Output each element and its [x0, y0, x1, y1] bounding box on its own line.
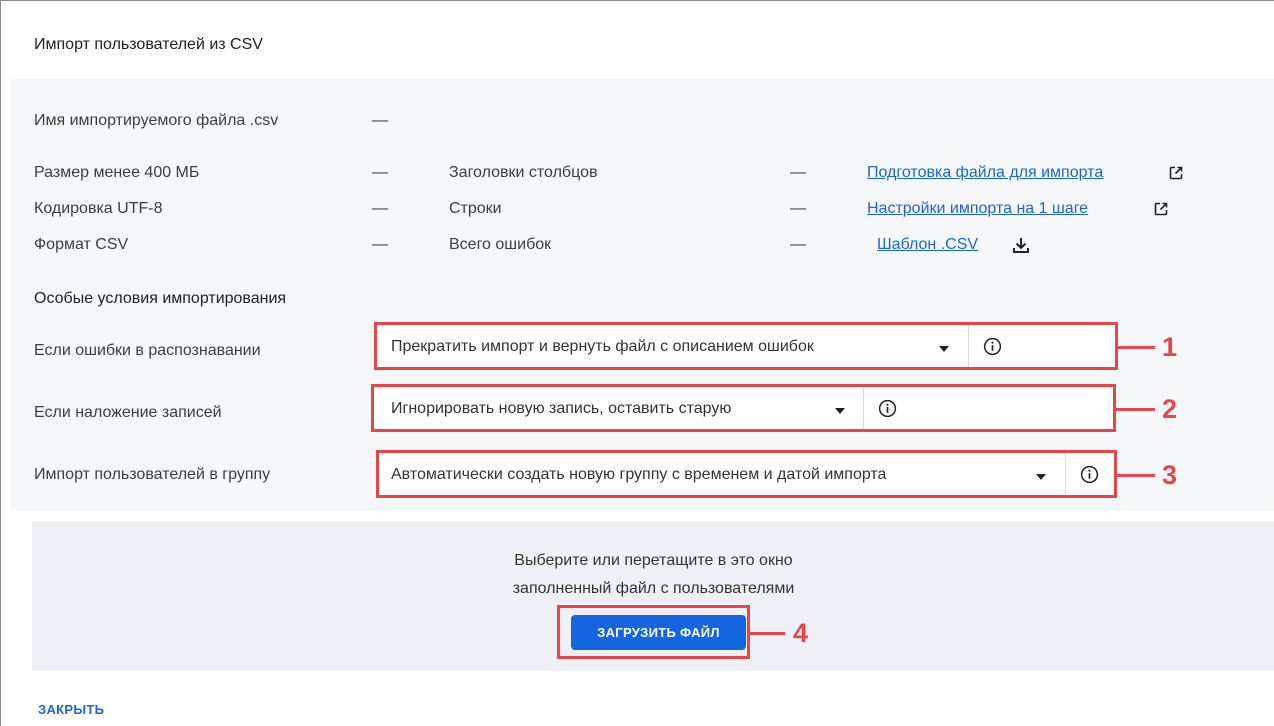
check-format-value: — — [372, 236, 388, 253]
callout-number-1: 1 — [1162, 332, 1178, 362]
conditions-section-title: Особые условия импортирования — [34, 290, 287, 307]
recognition-errors-control: Прекратить импорт и вернуть файл с описа… — [374, 322, 1118, 370]
callout-number-4: 4 — [793, 618, 809, 648]
import-users-dialog: Импорт пользователей из CSV Имя импортир… — [0, 0, 1274, 726]
group-import-select[interactable]: Автоматически создать новую группу с вре… — [391, 466, 886, 484]
select-divider — [968, 325, 969, 367]
chevron-down-icon[interactable] — [835, 408, 845, 414]
upload-file-button[interactable]: ЗАГРУЗИТЬ ФАЙЛ — [571, 615, 746, 650]
callout-line-1 — [1118, 346, 1155, 349]
recognition-errors-label: Если ошибки в распознавании — [34, 342, 261, 359]
check-encoding-label: Кодировка UTF-8 — [34, 200, 163, 217]
drop-hint-line1: Выберите или перетащите в это окно — [514, 552, 793, 569]
stat-errors-label: Всего ошибок — [449, 236, 552, 253]
info-icon[interactable] — [878, 399, 897, 418]
link-prepare-file[interactable]: Подготовка файла для импорта — [867, 164, 1103, 182]
recognition-errors-select[interactable]: Прекратить импорт и вернуть файл с описа… — [391, 338, 814, 356]
filename-value: — — [372, 112, 388, 129]
check-size-value: — — [372, 164, 388, 181]
dialog-title: Импорт пользователей из CSV — [34, 36, 263, 53]
callout-line-4 — [750, 632, 785, 635]
info-icon[interactable] — [983, 337, 1002, 356]
external-link-icon[interactable] — [1169, 166, 1183, 180]
info-icon[interactable] — [1080, 465, 1099, 484]
stat-headers-value: — — [790, 164, 806, 181]
link-import-settings-step1[interactable]: Настройки импорта на 1 шаге — [867, 200, 1088, 218]
callout-line-3 — [1117, 474, 1155, 477]
callout-number-3: 3 — [1162, 460, 1178, 490]
group-import-control: Автоматически создать новую группу с вре… — [376, 450, 1117, 498]
stat-rows-value: — — [790, 200, 806, 217]
chevron-down-icon[interactable] — [1036, 474, 1046, 480]
stat-rows-label: Строки — [449, 200, 502, 217]
link-csv-template[interactable]: Шаблон .CSV — [877, 236, 978, 254]
stat-headers-label: Заголовки столбцов — [449, 164, 598, 181]
stat-errors-value: — — [790, 236, 806, 253]
records-overlap-control: Игнорировать новую запись, оставить стар… — [371, 384, 1116, 432]
check-format-label: Формат CSV — [34, 236, 129, 253]
select-divider — [863, 387, 864, 429]
group-import-label: Импорт пользователей в группу — [34, 466, 271, 483]
drop-hint-line2: заполненный файл с пользователями — [512, 580, 795, 597]
external-link-icon[interactable] — [1154, 202, 1168, 216]
download-icon[interactable] — [1012, 236, 1030, 254]
callout-number-2: 2 — [1162, 394, 1178, 424]
select-divider — [1065, 453, 1066, 495]
filename-label: Имя импортируемого файла .csv — [34, 112, 279, 129]
records-overlap-label: Если наложение записей — [34, 404, 222, 421]
chevron-down-icon[interactable] — [939, 346, 949, 352]
check-encoding-value: — — [372, 200, 388, 217]
records-overlap-select[interactable]: Игнорировать новую запись, оставить стар… — [391, 400, 731, 418]
callout-line-2 — [1116, 408, 1155, 411]
check-size-label: Размер менее 400 МБ — [34, 164, 200, 181]
close-button[interactable]: ЗАКРЫТЬ — [38, 702, 104, 717]
